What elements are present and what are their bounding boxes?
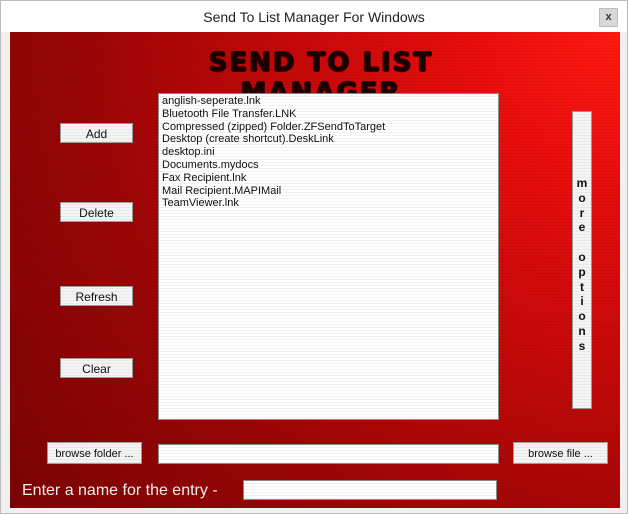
app-window: Send To List Manager For Windows x SEND … bbox=[0, 0, 628, 514]
window-title: Send To List Manager For Windows bbox=[203, 9, 425, 25]
list-item[interactable]: TeamViewer.lnk bbox=[162, 197, 495, 210]
browse-folder-button[interactable]: browse folder ... bbox=[47, 442, 142, 464]
entry-name-input[interactable] bbox=[243, 480, 497, 500]
more-options-letter: p bbox=[578, 264, 586, 279]
sendto-listbox[interactable]: anglish-seperate.lnk Bluetooth File Tran… bbox=[158, 93, 499, 420]
list-item[interactable]: anglish-seperate.lnk bbox=[162, 95, 495, 108]
more-options-letter: i bbox=[580, 294, 584, 309]
browse-file-button[interactable]: browse file ... bbox=[513, 442, 608, 464]
list-item[interactable]: Bluetooth File Transfer.LNK bbox=[162, 108, 495, 121]
delete-button[interactable]: Delete bbox=[60, 202, 133, 222]
close-icon: x bbox=[605, 11, 612, 23]
path-input[interactable] bbox=[158, 444, 499, 464]
list-item[interactable]: Fax Recipient.lnk bbox=[162, 172, 495, 185]
clear-button[interactable]: Clear bbox=[60, 358, 133, 378]
main-panel: SEND TO LIST MANAGER Add Delete Refresh … bbox=[10, 32, 620, 508]
add-button[interactable]: Add bbox=[60, 123, 133, 143]
list-item[interactable]: Documents.mydocs bbox=[162, 159, 495, 172]
title-bar[interactable]: Send To List Manager For Windows x bbox=[1, 1, 627, 32]
app-banner-title: SEND TO LIST MANAGER bbox=[208, 48, 434, 108]
more-options-letter: o bbox=[578, 190, 586, 205]
list-item[interactable]: Desktop (create shortcut).DeskLink bbox=[162, 133, 495, 146]
list-item[interactable]: desktop.ini bbox=[162, 146, 495, 159]
list-item[interactable]: Compressed (zipped) Folder.ZFSendToTarge… bbox=[162, 121, 495, 134]
more-options-letter: n bbox=[578, 323, 586, 338]
more-options-letter: e bbox=[578, 220, 586, 235]
more-options-letter: t bbox=[580, 279, 584, 294]
more-options-button[interactable]: m o r e o p t i o n s bbox=[572, 111, 592, 409]
close-button[interactable]: x bbox=[599, 8, 618, 27]
refresh-button[interactable]: Refresh bbox=[60, 286, 133, 306]
more-options-letter: s bbox=[578, 338, 586, 353]
more-options-letter: o bbox=[578, 249, 586, 264]
more-options-letter: r bbox=[579, 205, 585, 220]
entry-name-label: Enter a name for the entry - bbox=[22, 482, 218, 499]
more-options-letter: o bbox=[578, 309, 586, 324]
more-options-letter: m bbox=[576, 176, 588, 190]
list-item[interactable]: Mail Recipient.MAPIMail bbox=[162, 185, 495, 198]
